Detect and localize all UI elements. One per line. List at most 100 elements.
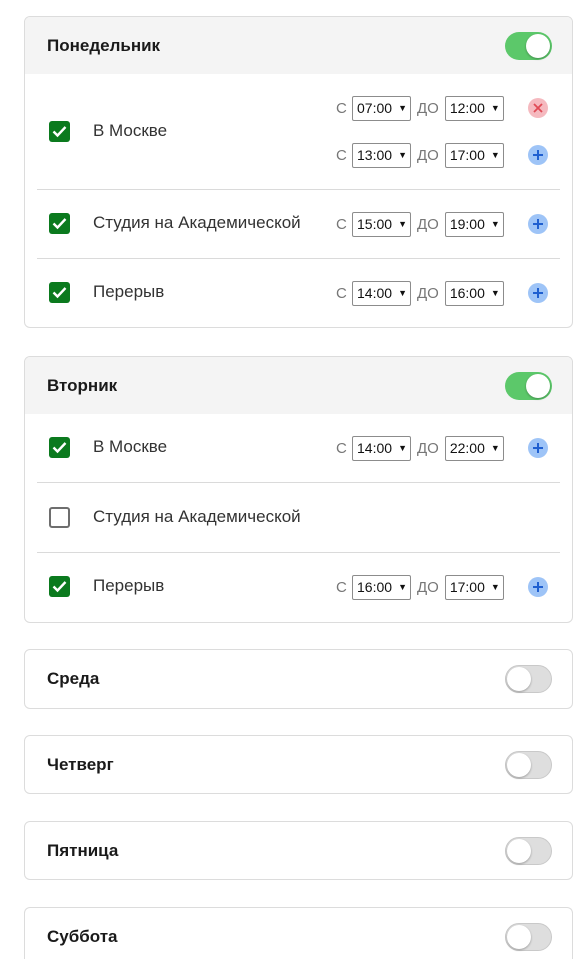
- day-header[interactable]: Четверг: [25, 736, 572, 793]
- day-header[interactable]: Суббота: [25, 908, 572, 959]
- plus-icon: [533, 443, 543, 453]
- day-toggle[interactable]: [505, 922, 552, 951]
- remove-slot-button[interactable]: [528, 98, 548, 118]
- location-checkbox[interactable]: [49, 576, 70, 597]
- chevron-down-icon: ▼: [398, 103, 407, 113]
- from-time-select[interactable]: 13:00 ▼: [352, 142, 411, 168]
- day-title: Суббота: [47, 926, 118, 946]
- toggle-knob: [526, 33, 550, 58]
- toggle-knob: [507, 752, 531, 777]
- to-time-value: 16:00: [449, 285, 485, 301]
- time-slot: С 14:00 ▼ ДО 16:00 ▼: [336, 280, 504, 306]
- checkmark-icon: [52, 218, 67, 230]
- location-checkbox[interactable]: [49, 507, 70, 528]
- checkmark-icon: [52, 287, 67, 299]
- day-card-wednesday: Среда: [24, 649, 573, 709]
- to-time-select[interactable]: 12:00 ▼: [444, 95, 504, 121]
- from-time-select[interactable]: 14:00 ▼: [352, 435, 411, 461]
- to-time-value: 12:00: [449, 100, 485, 116]
- day-card-monday: Понедельник В Москве С 07:00 ▼ ДО 12:00 ▼ …: [24, 16, 573, 328]
- from-label: С: [336, 215, 347, 233]
- add-slot-button[interactable]: [528, 145, 548, 165]
- add-slot-button[interactable]: [528, 214, 548, 234]
- from-time-select[interactable]: 15:00 ▼: [352, 211, 411, 237]
- time-slot: С 13:00 ▼ ДО 17:00 ▼: [336, 142, 504, 168]
- day-title: Вторник: [47, 375, 118, 395]
- to-time-select[interactable]: 16:00 ▼: [444, 280, 504, 306]
- add-slot-button[interactable]: [528, 577, 548, 597]
- day-card-friday: Пятница: [24, 821, 573, 880]
- location-row: В Москве С 14:00 ▼ ДО 22:00 ▼: [37, 414, 560, 483]
- location-label: Перерыв: [93, 576, 165, 595]
- checkmark-icon: [52, 126, 67, 138]
- from-label: С: [336, 439, 347, 457]
- day-toggle[interactable]: [505, 750, 552, 779]
- plus-icon: [533, 219, 543, 229]
- to-time-value: 19:00: [449, 216, 485, 232]
- location-checkbox[interactable]: [49, 282, 70, 303]
- checkmark-icon: [52, 581, 67, 593]
- day-card-saturday: Суббота: [24, 907, 573, 959]
- day-card-thursday: Четверг: [24, 735, 573, 794]
- to-label: ДО: [417, 99, 439, 117]
- to-time-value: 22:00: [449, 440, 485, 456]
- chevron-down-icon: ▼: [398, 582, 407, 592]
- plus-icon: [533, 150, 543, 160]
- from-time-value: 14:00: [357, 285, 393, 301]
- from-time-value: 07:00: [357, 100, 393, 116]
- location-row: Студия на Академической С 15:00 ▼ ДО 19:0…: [37, 190, 560, 259]
- location-row: Студия на Академической: [37, 483, 560, 553]
- location-label: Студия на Академической: [93, 507, 301, 526]
- day-header[interactable]: Понедельник: [25, 17, 572, 74]
- from-time-value: 15:00: [357, 216, 393, 232]
- chevron-down-icon: ▼: [398, 150, 407, 160]
- day-header[interactable]: Пятница: [25, 822, 572, 879]
- to-label: ДО: [417, 284, 439, 302]
- from-label: С: [336, 578, 347, 596]
- chevron-down-icon: ▼: [490, 582, 500, 592]
- toggle-knob: [507, 667, 531, 691]
- day-title: Четверг: [47, 754, 114, 774]
- to-time-select[interactable]: 22:00 ▼: [444, 435, 504, 461]
- add-slot-button[interactable]: [528, 438, 548, 458]
- location-label: В Москве: [93, 121, 168, 140]
- day-header[interactable]: Вторник: [25, 357, 572, 414]
- day-toggle[interactable]: [505, 665, 552, 693]
- checkmark-icon: [52, 442, 67, 454]
- day-header[interactable]: Среда: [25, 650, 572, 708]
- chevron-down-icon: ▼: [490, 103, 500, 113]
- from-time-value: 14:00: [357, 440, 393, 456]
- from-time-select[interactable]: 16:00 ▼: [352, 574, 411, 600]
- day-toggle[interactable]: [505, 836, 552, 865]
- toggle-knob: [526, 373, 550, 398]
- to-label: ДО: [417, 146, 439, 164]
- day-title: Пятница: [47, 840, 119, 860]
- from-time-select[interactable]: 07:00 ▼: [352, 95, 411, 121]
- from-time-select[interactable]: 14:00 ▼: [352, 280, 411, 306]
- close-icon: [533, 103, 543, 113]
- chevron-down-icon: ▼: [490, 288, 500, 298]
- to-time-select[interactable]: 17:00 ▼: [444, 574, 504, 600]
- location-checkbox[interactable]: [49, 213, 70, 234]
- chevron-down-icon: ▼: [490, 219, 500, 229]
- chevron-down-icon: ▼: [490, 443, 500, 453]
- location-checkbox[interactable]: [49, 121, 70, 142]
- from-time-value: 16:00: [357, 579, 393, 595]
- location-row: Перерыв С 14:00 ▼ ДО 16:00 ▼: [37, 259, 560, 327]
- to-time-select[interactable]: 19:00 ▼: [444, 211, 504, 237]
- day-title: Понедельник: [47, 35, 161, 55]
- time-slot: С 07:00 ▼ ДО 12:00 ▼: [336, 95, 504, 121]
- to-time-value: 17:00: [449, 579, 485, 595]
- from-label: С: [336, 146, 347, 164]
- add-slot-button[interactable]: [528, 283, 548, 303]
- plus-icon: [533, 288, 543, 298]
- to-time-select[interactable]: 17:00 ▼: [444, 142, 504, 168]
- from-time-value: 13:00: [357, 147, 393, 163]
- time-slot: С 15:00 ▼ ДО 19:00 ▼: [336, 211, 504, 237]
- chevron-down-icon: ▼: [490, 150, 500, 160]
- chevron-down-icon: ▼: [398, 443, 407, 453]
- day-toggle[interactable]: [505, 31, 552, 60]
- to-label: ДО: [417, 578, 439, 596]
- location-checkbox[interactable]: [49, 437, 70, 458]
- day-toggle[interactable]: [505, 371, 552, 400]
